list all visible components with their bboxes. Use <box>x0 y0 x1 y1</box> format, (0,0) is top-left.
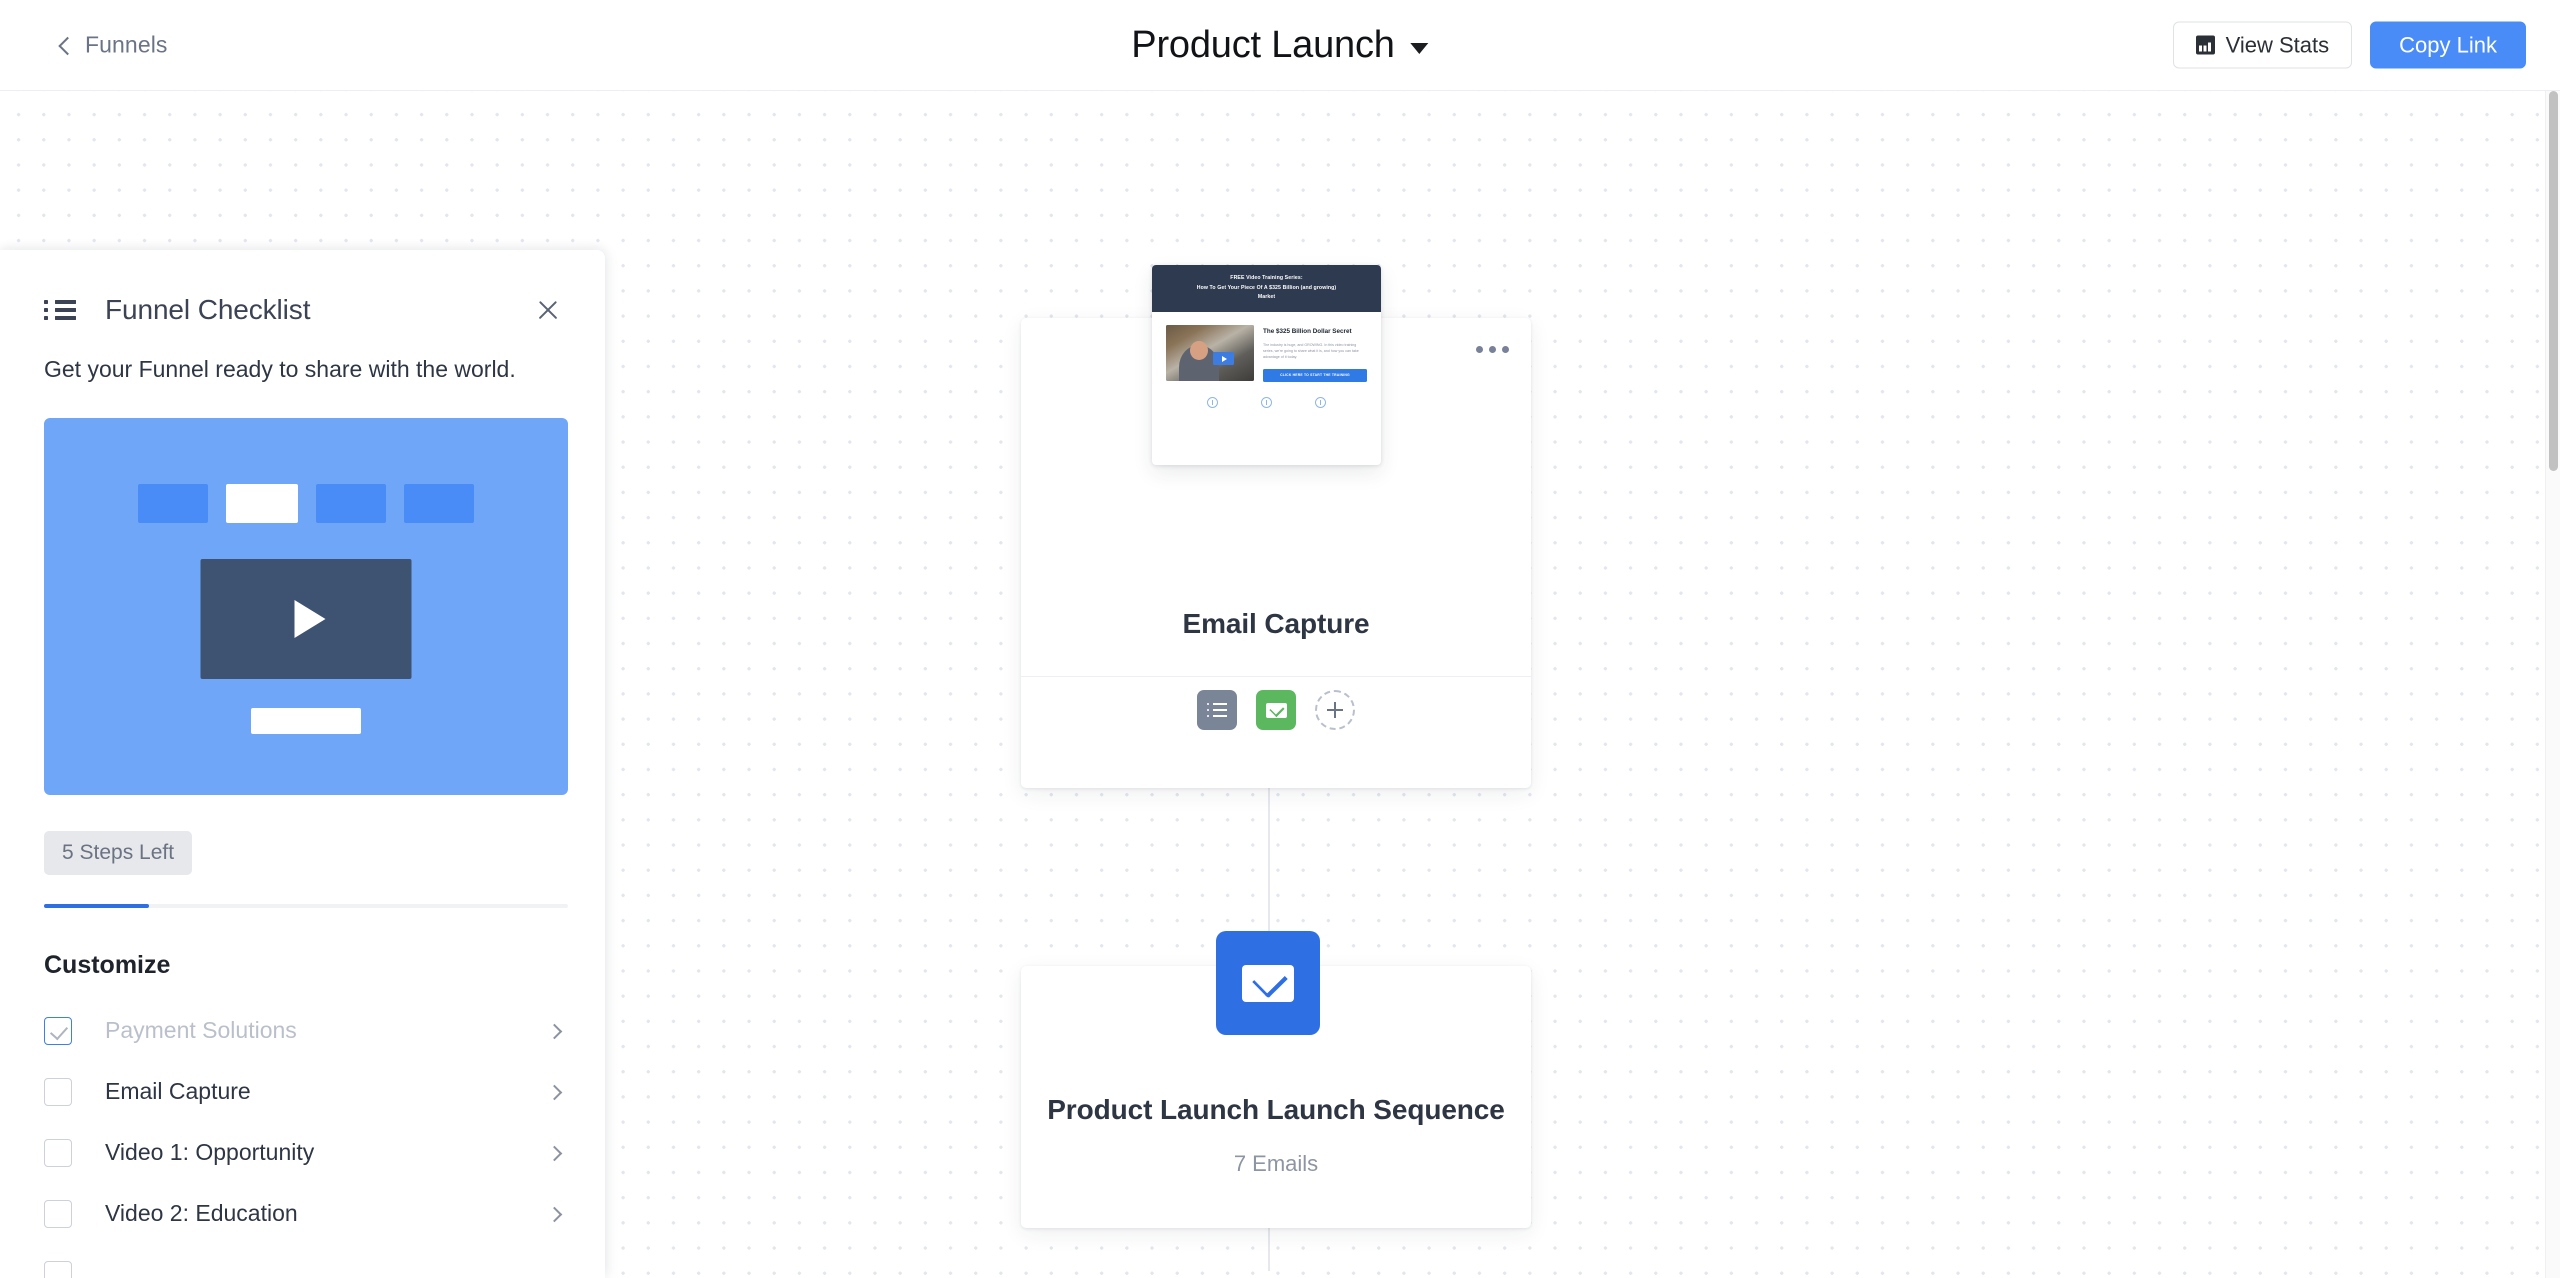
sequence-badge[interactable] <box>1216 931 1320 1035</box>
checklist-item-label: Payment Solutions <box>105 1017 297 1043</box>
checkbox-icon[interactable] <box>44 1138 72 1167</box>
feature-icon-1 <box>1207 396 1219 408</box>
checklist-item-next[interactable] <box>0 1244 605 1278</box>
list-icon <box>1207 702 1227 718</box>
thumbnail-heading: The $325 Billion Dollar Secret <box>1263 328 1352 335</box>
step-card-actions <box>1021 690 1531 730</box>
add-action-button[interactable] <box>1315 690 1355 730</box>
funnel-title-dropdown[interactable]: Product Launch <box>1131 23 1429 67</box>
chevron-right-icon <box>549 1147 561 1159</box>
hero-line-1: FREE Video Training Series: <box>1230 275 1303 282</box>
checkbox-icon[interactable] <box>44 1260 72 1278</box>
hero-line-2: How To Get Your Piece Of A $325 Billion … <box>1196 284 1337 291</box>
customize-heading: Customize <box>44 951 171 979</box>
caret-down-icon <box>1410 42 1429 54</box>
panel-title: Funnel Checklist <box>105 294 311 325</box>
checklist-item-payment-solutions[interactable]: Payment Solutions <box>0 1000 605 1061</box>
play-icon <box>1213 352 1234 365</box>
vertical-scrollbar[interactable] <box>2545 91 2560 1278</box>
checklist-items: Payment Solutions Email Capture Video 1:… <box>0 1000 605 1278</box>
sequence-card-title: Product Launch Launch Sequence <box>1047 1094 1505 1125</box>
plus-icon <box>1327 702 1343 718</box>
back-link-label: Funnels <box>85 31 168 58</box>
funnel-checklist-panel: Funnel Checklist Get your Funnel ready t… <box>0 250 605 1278</box>
thumbnail-body-text: The industry is huge, and GROWING. In th… <box>1263 342 1359 360</box>
promo-nav-bar-4 <box>404 484 474 523</box>
checklist-progress-bar <box>44 904 568 908</box>
checklist-item-label: Video 1: Opportunity <box>105 1139 315 1165</box>
chevron-left-icon <box>56 37 72 53</box>
promo-nav-bars <box>44 484 568 523</box>
panel-header: Funnel Checklist <box>0 250 605 326</box>
thumbnail-hero: FREE Video Training Series: How To Get Y… <box>1152 265 1381 312</box>
copy-link-button[interactable]: Copy Link <box>2370 21 2526 69</box>
funnel-video-promo[interactable] <box>44 418 568 795</box>
email-automation-button[interactable] <box>1256 690 1296 730</box>
feature-icon-3 <box>1314 396 1326 408</box>
hero-line-3: Market <box>1257 294 1276 301</box>
checkbox-icon[interactable] <box>44 1016 72 1045</box>
copy-link-label: Copy Link <box>2399 32 2497 57</box>
checklist-item-label: Video 2: Education <box>105 1200 298 1226</box>
envelope-icon <box>1265 702 1287 718</box>
close-icon[interactable] <box>535 297 561 323</box>
top-bar-actions: View Stats Copy Link <box>2172 21 2526 69</box>
thumbnail-body: The $325 Billion Dollar Secret The indus… <box>1152 312 1381 382</box>
top-bar: Funnels Product Launch View Stats Copy L… <box>0 0 2560 91</box>
view-stats-label: View Stats <box>2225 32 2330 57</box>
checklist-item-video-1-opportunity[interactable]: Video 1: Opportunity <box>0 1122 605 1183</box>
sequence-card-subtitle: 7 Emails <box>1233 1151 1319 1176</box>
thumbnail-video-preview <box>1166 325 1254 381</box>
back-to-funnels-link[interactable]: Funnels <box>56 32 168 59</box>
card-divider <box>1021 676 1531 677</box>
thumbnail-cta-button: CLICK HERE TO START THE TRAINING <box>1263 368 1367 382</box>
step-card-title: Email Capture <box>1182 608 1370 639</box>
panel-subtitle: Get your Funnel ready to share with the … <box>44 356 516 382</box>
checkbox-icon[interactable] <box>44 1199 72 1228</box>
feature-icon-2 <box>1260 396 1272 408</box>
view-stats-button[interactable]: View Stats <box>2172 21 2353 69</box>
page-settings-button[interactable] <box>1197 690 1237 730</box>
bar-chart-icon <box>2195 35 2215 55</box>
page-title: Product Launch <box>1131 23 1395 66</box>
promo-nav-bar-3 <box>316 484 386 523</box>
checklist-progress-fill <box>44 904 149 908</box>
play-icon <box>200 559 412 679</box>
thumbnail-hero-text: FREE Video Training Series: How To Get Y… <box>1197 274 1337 303</box>
vertical-scrollbar-thumb[interactable] <box>2549 91 2558 471</box>
checkbox-icon[interactable] <box>44 1077 72 1106</box>
chevron-right-icon <box>549 1025 561 1037</box>
envelope-icon <box>1242 964 1294 1002</box>
more-horizontal-icon[interactable] <box>1476 346 1509 353</box>
promo-cta-bar <box>251 708 361 734</box>
checklist-item-label: Email Capture <box>105 1078 251 1104</box>
thumbnail-feature-icons <box>1152 382 1381 408</box>
chevron-right-icon <box>549 1208 561 1220</box>
steps-left-badge: 5 Steps Left <box>44 831 193 875</box>
promo-nav-bar-2 <box>226 484 298 523</box>
list-icon <box>44 298 76 322</box>
thumbnail-copy: The $325 Billion Dollar Secret The indus… <box>1263 325 1367 382</box>
checklist-item-email-capture[interactable]: Email Capture <box>0 1061 605 1122</box>
checklist-item-video-2-education[interactable]: Video 2: Education <box>0 1183 605 1244</box>
promo-nav-bar-1 <box>138 484 208 523</box>
chevron-right-icon <box>549 1086 561 1098</box>
page-preview-thumbnail[interactable]: FREE Video Training Series: How To Get Y… <box>1152 265 1381 465</box>
